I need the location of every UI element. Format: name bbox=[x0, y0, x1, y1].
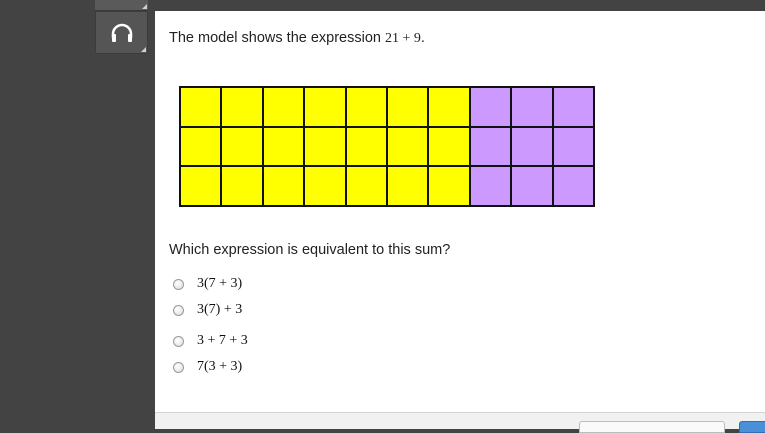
answer-choice[interactable]: 3(7) + 3 bbox=[173, 302, 242, 317]
yellow-square bbox=[346, 88, 386, 126]
choice-label: 3 + 7 + 3 bbox=[197, 333, 248, 348]
yellow-square bbox=[263, 167, 304, 205]
purple-square bbox=[553, 88, 593, 126]
radio-button[interactable] bbox=[173, 362, 184, 373]
yellow-square bbox=[388, 127, 428, 166]
answer-choice[interactable]: 3 + 7 + 3 bbox=[173, 333, 248, 348]
corner-marker bbox=[141, 47, 146, 52]
purple-square bbox=[512, 127, 552, 166]
yellow-square bbox=[181, 167, 221, 205]
footer-button[interactable] bbox=[579, 421, 725, 433]
yellow-square bbox=[388, 88, 428, 126]
prompt-period: . bbox=[420, 30, 425, 46]
area-model-grid bbox=[179, 86, 595, 207]
answer-choice[interactable]: 7(3 + 3) bbox=[173, 359, 242, 374]
choice-label: 3(7 + 3) bbox=[197, 276, 243, 291]
yellow-square bbox=[429, 88, 469, 126]
left-panel bbox=[0, 0, 95, 429]
purple-square bbox=[470, 127, 511, 166]
yellow-square bbox=[346, 127, 386, 166]
yellow-square bbox=[222, 88, 262, 126]
yellow-square bbox=[181, 88, 221, 126]
top-bar bbox=[155, 0, 765, 11]
tool-strip bbox=[95, 0, 155, 429]
corner-marker bbox=[142, 4, 147, 9]
tool-strip-top-button[interactable] bbox=[95, 0, 148, 11]
footer-primary-button[interactable] bbox=[739, 421, 765, 433]
yellow-square bbox=[222, 127, 262, 166]
yellow-square bbox=[222, 167, 262, 205]
purple-square bbox=[470, 88, 511, 126]
prompt-label: The model shows the expression bbox=[169, 30, 381, 46]
headphones-icon bbox=[111, 23, 132, 42]
radio-button[interactable] bbox=[173, 336, 184, 347]
yellow-square bbox=[181, 127, 221, 166]
yellow-square bbox=[305, 167, 345, 205]
yellow-square bbox=[305, 88, 345, 126]
prompt-expression: 21 + 9 bbox=[385, 31, 421, 46]
yellow-square bbox=[388, 167, 428, 205]
purple-square bbox=[553, 167, 593, 205]
choice-label: 3(7) + 3 bbox=[197, 302, 243, 317]
answer-choice[interactable]: 3(7 + 3) bbox=[173, 276, 242, 291]
yellow-square bbox=[346, 167, 386, 205]
yellow-square bbox=[263, 127, 304, 166]
purple-square bbox=[553, 127, 593, 166]
yellow-square bbox=[429, 167, 469, 205]
purple-square bbox=[470, 167, 511, 205]
radio-button[interactable] bbox=[173, 305, 184, 316]
purple-square bbox=[512, 88, 552, 126]
question-text: Which expression is equivalent to this s… bbox=[169, 242, 451, 258]
purple-square bbox=[512, 167, 552, 205]
yellow-square bbox=[429, 127, 469, 166]
choice-label: 7(3 + 3) bbox=[197, 359, 243, 374]
radio-button[interactable] bbox=[173, 279, 184, 290]
yellow-square bbox=[305, 127, 345, 166]
question-panel bbox=[155, 11, 765, 412]
yellow-square bbox=[263, 88, 304, 126]
audio-button[interactable] bbox=[95, 11, 148, 54]
prompt-text: The model shows the expression 21 + 9. bbox=[169, 30, 425, 47]
